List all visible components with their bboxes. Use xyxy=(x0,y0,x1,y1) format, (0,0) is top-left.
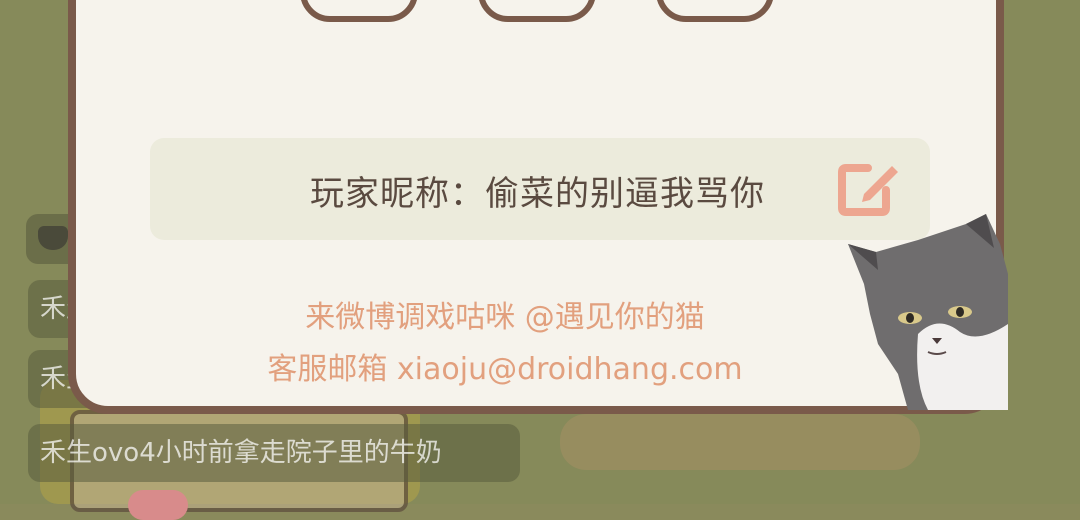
background-pink-object xyxy=(128,490,188,520)
nickname-row: 玩家昵称：偷菜的别逼我骂你 xyxy=(150,138,930,240)
paw-tile-button[interactable] xyxy=(478,0,596,22)
info-tile-button[interactable] xyxy=(656,0,774,22)
cat-photo xyxy=(848,214,1008,410)
edit-icon[interactable] xyxy=(838,158,902,218)
background-mat xyxy=(560,414,920,470)
gift-tile-button[interactable] xyxy=(300,0,418,22)
feed-item[interactable]: 禾生ovo4小时前拿走院子里的牛奶 xyxy=(28,424,520,482)
feed-item-text: 禾生ovo4小时前拿走院子里的牛奶 xyxy=(40,438,442,468)
nickname-label: 玩家昵称：偷菜的别逼我骂你 xyxy=(310,174,765,214)
